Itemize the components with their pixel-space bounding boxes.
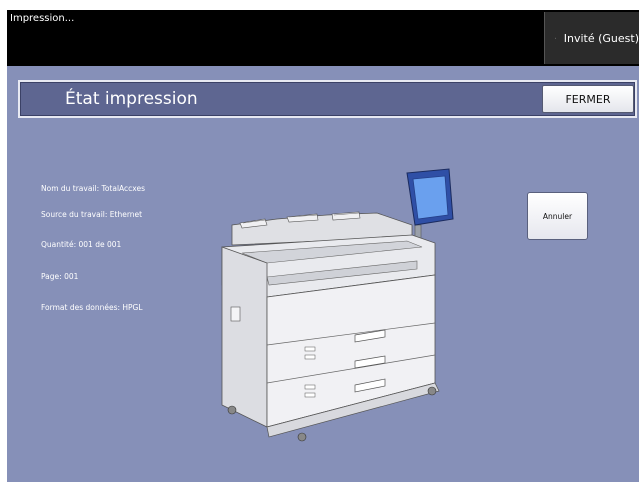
touchscreen-monitor <box>406 168 454 226</box>
user-login-button[interactable]: Invité (Guest) <box>544 12 639 64</box>
top-bar: Impression... Invité (Guest) <box>7 10 639 66</box>
close-button[interactable]: FERMER <box>542 85 634 113</box>
job-name: Nom du travail: TotalAccxes <box>41 184 146 193</box>
print-status-screen: Impression... Invité (Guest) État impres… <box>7 10 639 482</box>
job-page: Page: 001 <box>41 272 79 281</box>
status-header: État impression FERMER <box>18 80 637 118</box>
user-label: Invité (Guest) <box>563 31 639 45</box>
lock-user-icon <box>555 37 556 39</box>
cancel-button[interactable]: Annuler <box>527 192 588 240</box>
job-data-format: Format des données: HPGL <box>41 303 143 312</box>
job-source: Source du travail: Ethernet <box>41 210 143 219</box>
printer-illustration <box>221 168 454 442</box>
job-quantity: Quantité: 001 de 001 <box>41 240 122 249</box>
window-title: Impression... <box>10 13 75 24</box>
page-title: État impression <box>65 89 198 109</box>
